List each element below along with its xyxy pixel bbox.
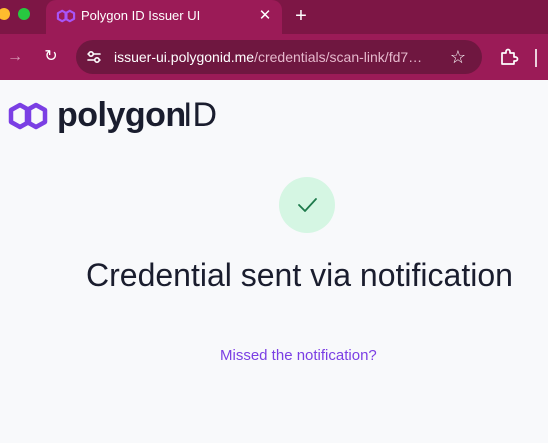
minimize-window-button[interactable]	[0, 8, 10, 20]
logo-wordmark: polygon	[57, 96, 186, 134]
missed-notification-link[interactable]: Missed the notification?	[220, 346, 377, 366]
logo-id-suffix: ID	[183, 96, 217, 134]
forward-button[interactable]: →	[3, 45, 27, 69]
site-info-icon[interactable]	[84, 47, 104, 67]
address-bar[interactable]: issuer-ui.polygonid.me/credentials/scan-…	[76, 40, 482, 74]
new-tab-button[interactable]: +	[290, 5, 312, 27]
tab-polygon-id-issuer[interactable]: Polygon ID Issuer UI ✕	[46, 0, 282, 34]
url-domain: issuer-ui.polygonid.me	[114, 49, 255, 65]
browser-window: Polygon ID Issuer UI ✕ + → ↻ issuer-ui.p…	[0, 0, 548, 443]
extensions-puzzle-icon[interactable]	[499, 47, 519, 67]
polygon-favicon-icon	[56, 9, 76, 23]
url-text[interactable]: issuer-ui.polygonid.me/credentials/scan-…	[114, 48, 422, 66]
polygon-id-logo[interactable]: polygon ID	[7, 97, 227, 137]
tab-strip: Polygon ID Issuer UI ✕ +	[0, 0, 548, 34]
checkmark-icon	[298, 198, 317, 212]
page-title: Credential sent via notification	[86, 257, 513, 293]
polygon-logo-icon	[8, 102, 48, 130]
toolbar-divider	[535, 49, 537, 67]
url-path: /credentials/scan-link/fd7…	[254, 49, 423, 65]
maximize-window-button[interactable]	[18, 8, 30, 20]
page-content: polygon ID Credential sent via notificat…	[0, 80, 548, 443]
tab-close-icon[interactable]: ✕	[255, 6, 275, 26]
reload-button[interactable]: ↻	[39, 45, 63, 69]
success-badge	[279, 177, 335, 233]
tab-title: Polygon ID Issuer UI	[81, 8, 201, 23]
bookmark-star-icon[interactable]: ☆	[448, 47, 468, 67]
browser-toolbar: → ↻ issuer-ui.polygonid.me/credentials/s…	[0, 34, 548, 80]
